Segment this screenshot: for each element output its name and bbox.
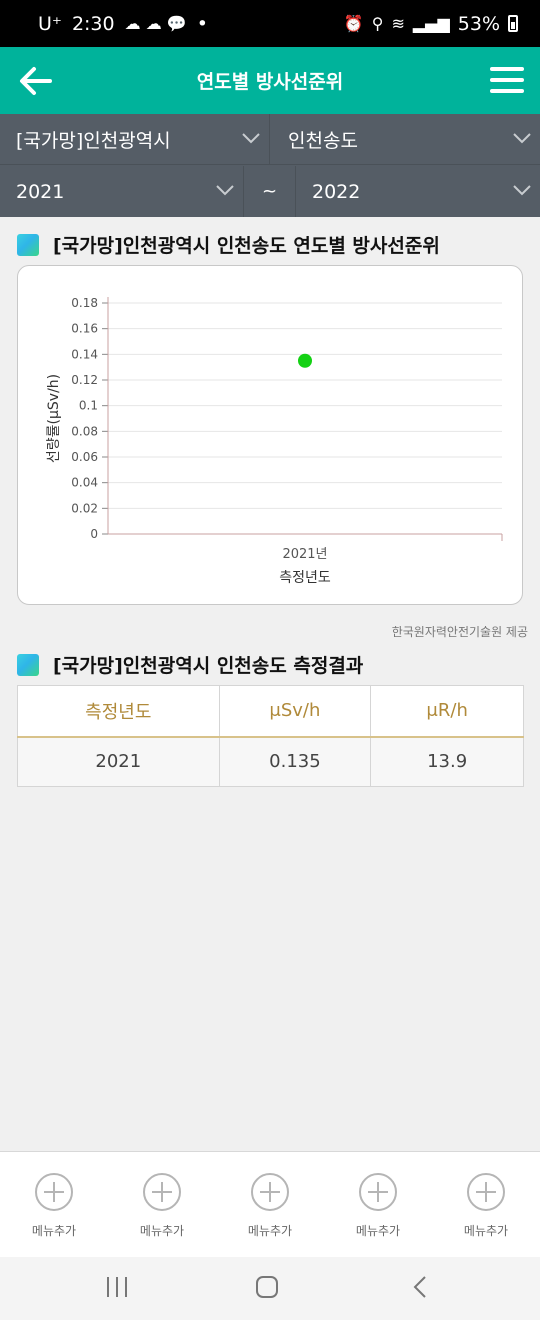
y-tick-label: 0.06	[71, 450, 98, 464]
quick-menu-bar: 메뉴추가 메뉴추가 메뉴추가 메뉴추가 메뉴추가	[0, 1151, 540, 1257]
wifi-icon: ≋	[391, 14, 405, 33]
data-credit: 한국원자력안전기술원 제공	[391, 625, 528, 639]
y-tick-label: 0.1	[79, 399, 98, 413]
plus-circle-icon	[251, 1173, 289, 1211]
y-tick-label: 0.18	[71, 296, 98, 310]
add-menu-button-1[interactable]: 메뉴추가	[0, 1152, 108, 1257]
back-nav-icon[interactable]	[410, 1275, 430, 1299]
chevron-down-icon	[242, 133, 260, 144]
cell-usvh: 0.135	[218, 736, 372, 787]
alarm-icon: ⏰	[343, 14, 364, 33]
chart-section-header: [국가망]인천광역시 인천송도 연도별 방사선준위	[17, 231, 440, 258]
battery-percent: 53%	[457, 12, 500, 35]
table-header-row: 측정년도 μSv/h μR/h	[17, 685, 524, 738]
cell-year: 2021	[17, 736, 220, 787]
chevron-down-icon	[216, 185, 234, 196]
system-nav-bar	[0, 1257, 540, 1320]
notification-icons: ☁ ☁ 💬	[124, 14, 187, 33]
y-tick-label: 0	[90, 527, 98, 541]
back-arrow-icon[interactable]	[16, 61, 56, 101]
add-menu-button-3[interactable]: 메뉴추가	[216, 1152, 324, 1257]
station-select[interactable]: 인천송도	[270, 114, 540, 164]
col-header-year: 측정년도	[17, 685, 220, 738]
more-notifications-dot: •	[196, 12, 208, 35]
status-bar: U⁺ 2:30 ☁ ☁ 💬 • ⏰ ⚲ ≋ ▂▄▆ 53%	[0, 0, 540, 47]
add-menu-label: 메뉴추가	[31, 1224, 77, 1238]
plus-circle-icon	[143, 1173, 181, 1211]
region-select-value: [국가망]인천광역시	[16, 129, 171, 152]
x-tick-label: 2021년	[282, 547, 327, 562]
result-section-header: [국가망]인천광역시 인천송도 측정결과	[17, 651, 363, 678]
add-menu-label: 메뉴추가	[139, 1224, 185, 1238]
add-menu-button-5[interactable]: 메뉴추가	[432, 1152, 540, 1257]
cell-urh: 13.9	[370, 736, 524, 787]
col-header-urh: μR/h	[370, 685, 524, 738]
plus-circle-icon	[467, 1173, 505, 1211]
range-separator: ~	[244, 166, 296, 217]
chevron-down-icon	[513, 185, 531, 196]
add-menu-label: 메뉴추가	[247, 1224, 293, 1238]
recent-apps-icon[interactable]	[104, 1275, 130, 1299]
y-tick-label: 0.16	[71, 322, 98, 336]
col-header-usvh: μSv/h	[218, 685, 372, 738]
result-table: 측정년도 μSv/h μR/h 2021 0.135 13.9	[17, 685, 524, 787]
year-to-value: 2022	[312, 180, 361, 203]
result-section-title: [국가망]인천광역시 인천송도 측정결과	[53, 655, 364, 677]
filter-panel: [국가망]인천광역시 인천송도 2021 ~ 2022	[0, 114, 540, 217]
y-axis-title: 선량률(μSv/h)	[46, 374, 62, 463]
add-menu-label: 메뉴추가	[463, 1224, 509, 1238]
radiation-chart: 0 0.02 0.04 0.06 0.08 0.1 0.12 0.14 0.16 0.18 2021…	[46, 296, 503, 586]
y-tick-label: 0.08	[71, 424, 98, 438]
location-icon: ⚲	[371, 14, 384, 33]
add-menu-button-4[interactable]: 메뉴추가	[324, 1152, 432, 1257]
carrier-label: U⁺	[38, 12, 62, 35]
y-tick-label: 0.02	[71, 501, 98, 515]
add-menu-button-2[interactable]: 메뉴추가	[108, 1152, 216, 1257]
signal-icon: ▂▄▆	[412, 14, 450, 33]
y-tick-label: 0.12	[71, 373, 98, 387]
table-row: 2021 0.135 13.9	[17, 736, 524, 787]
year-to-select[interactable]: 2022	[296, 166, 540, 217]
year-from-select[interactable]: 2021	[0, 166, 244, 217]
station-select-value: 인천송도	[288, 129, 358, 152]
data-point	[298, 353, 312, 368]
chevron-down-icon	[513, 133, 531, 144]
chart-card: 0 0.02 0.04 0.06 0.08 0.1 0.12 0.14 0.16 0.18 2021…	[17, 265, 523, 605]
section-bullet-icon	[17, 653, 39, 676]
battery-icon	[508, 15, 518, 32]
add-menu-label: 메뉴추가	[355, 1224, 401, 1238]
clock: 2:30	[71, 12, 115, 35]
y-tick-label: 0.04	[71, 476, 98, 490]
chart-section-title: [국가망]인천광역시 인천송도 연도별 방사선준위	[53, 235, 440, 257]
app-header: 연도별 방사선준위	[0, 47, 540, 114]
year-from-value: 2021	[16, 180, 65, 203]
plus-circle-icon	[359, 1173, 397, 1211]
plus-circle-icon	[35, 1173, 73, 1211]
home-icon[interactable]	[255, 1275, 279, 1299]
region-select[interactable]: [국가망]인천광역시	[0, 114, 270, 164]
section-bullet-icon	[17, 233, 39, 256]
page-title: 연도별 방사선준위	[196, 71, 344, 93]
x-axis-title: 측정년도	[279, 570, 331, 586]
hamburger-menu-icon[interactable]	[490, 67, 524, 93]
y-tick-label: 0.14	[71, 347, 98, 361]
